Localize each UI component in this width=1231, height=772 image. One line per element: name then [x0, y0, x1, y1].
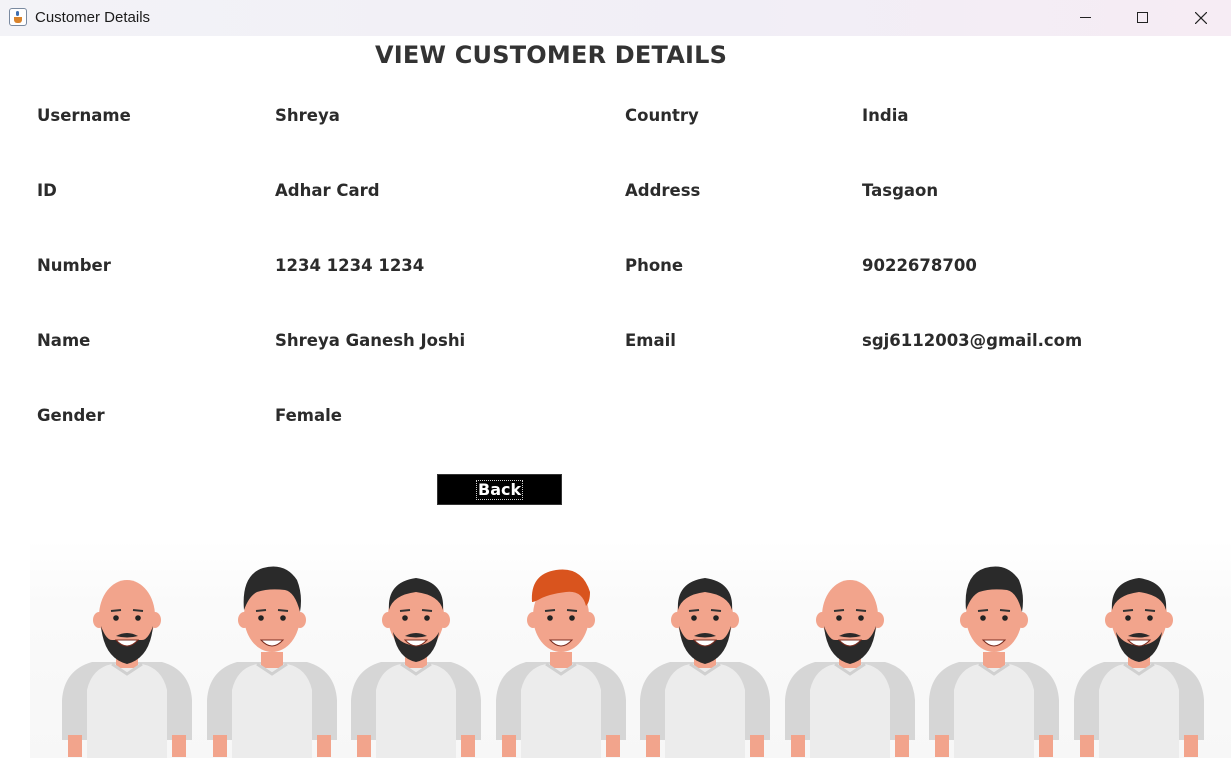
minimize-button[interactable]	[1056, 0, 1114, 36]
id-value: Adhar Card	[275, 181, 380, 200]
back-button[interactable]: Back	[437, 474, 562, 505]
email-value: sgj6112003@gmail.com	[862, 331, 1083, 350]
back-button-label: Back	[475, 480, 524, 500]
person-illustration	[351, 578, 481, 758]
gender-value: Female	[275, 406, 342, 425]
username-label: Username	[37, 106, 131, 125]
person-illustration	[929, 566, 1059, 758]
number-label: Number	[37, 256, 111, 275]
window-title: Customer Details	[35, 9, 151, 26]
address-value: Tasgaon	[862, 181, 939, 200]
close-button[interactable]	[1172, 0, 1230, 36]
email-label: Email	[625, 331, 676, 350]
name-label: Name	[37, 331, 91, 350]
person-illustration	[640, 578, 770, 758]
minimize-icon	[1080, 17, 1091, 18]
page-title: VIEW CUSTOMER DETAILS	[375, 41, 728, 69]
country-value: India	[862, 106, 909, 125]
address-label: Address	[625, 181, 701, 200]
person-illustration	[495, 569, 626, 758]
customers-banner-illustration	[30, 540, 1231, 758]
phone-label: Phone	[625, 256, 684, 275]
phone-value: 9022678700	[862, 256, 977, 275]
id-label: ID	[37, 181, 57, 200]
person-illustration	[1073, 578, 1204, 758]
java-coffee-icon	[9, 8, 27, 26]
maximize-button[interactable]	[1114, 0, 1172, 36]
person-illustration	[62, 580, 192, 758]
person-illustration	[784, 580, 915, 758]
window-titlebar: Customer Details	[0, 0, 1231, 36]
number-value: 1234 1234 1234	[275, 256, 425, 275]
name-value: Shreya Ganesh Joshi	[275, 331, 466, 350]
close-icon	[1195, 12, 1207, 24]
window-bottom-edge	[0, 758, 1231, 772]
maximize-icon	[1137, 12, 1148, 23]
username-value: Shreya	[275, 106, 340, 125]
person-illustration	[206, 566, 337, 758]
country-label: Country	[625, 106, 699, 125]
gender-label: Gender	[37, 406, 105, 425]
